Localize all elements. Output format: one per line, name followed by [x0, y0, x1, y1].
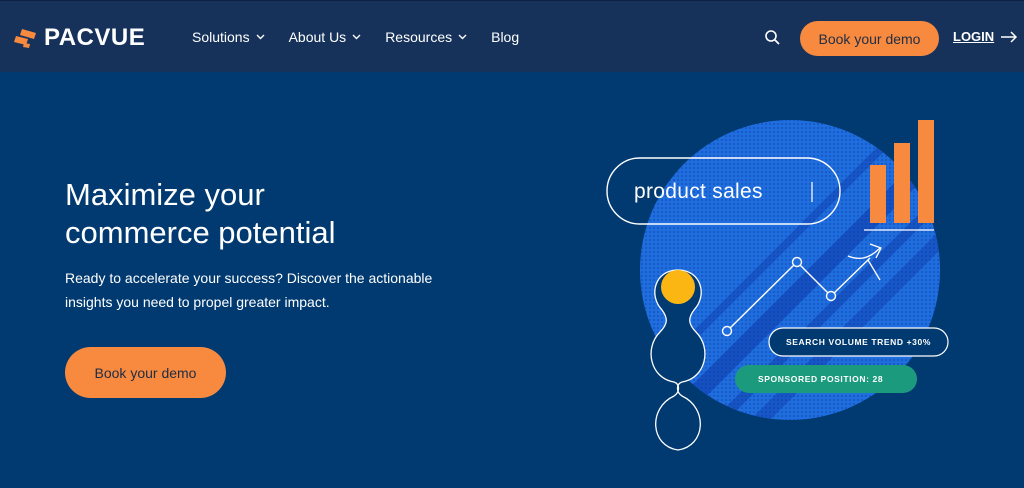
login-link[interactable]: LOGIN — [953, 29, 1018, 44]
pacvue-mark-icon — [14, 29, 36, 48]
nav-item-about-us[interactable]: About Us — [289, 29, 362, 45]
page-frame: PACVUE Solutions About Us Resources Blog — [0, 0, 1024, 488]
book-demo-button-hero[interactable]: Book your demo — [65, 347, 226, 398]
hero-title-line-2: commerce potential — [65, 215, 336, 250]
nav-item-label: Resources — [385, 29, 453, 45]
nav-item-label: About Us — [288, 29, 347, 45]
nav-item-label: Solutions — [192, 29, 250, 45]
yellow-dot — [661, 270, 695, 304]
logo-wordmark: PACVUE — [44, 24, 146, 51]
search-button[interactable] — [764, 29, 782, 47]
main-nav-menu: Solutions About Us Resources Blog — [192, 29, 543, 45]
arrow-right-icon — [1001, 30, 1018, 43]
bar-3 — [918, 120, 934, 223]
login-label: LOGIN — [953, 29, 995, 44]
nav-item-resources[interactable]: Resources — [385, 29, 467, 45]
hero-subtitle-line-1: Ready to accelerate your success? Discov… — [65, 270, 433, 286]
trend-point-2 — [791, 256, 803, 268]
hero-title-line-1: Maximize your — [65, 177, 265, 212]
bar-1 — [870, 165, 886, 223]
position-badge-text: SPONSORED POSITION: 28 — [758, 374, 884, 384]
search-pill-text: product sales — [634, 180, 763, 203]
search-icon — [765, 30, 780, 45]
hero-subtitle: Ready to accelerate your success? Discov… — [65, 266, 465, 314]
top-navbar: PACVUE Solutions About Us Resources Blog — [0, 0, 1024, 72]
pacvue-logo[interactable]: PACVUE — [14, 23, 145, 53]
bar-2 — [894, 143, 910, 223]
hero-title: Maximize your commerce potential — [65, 176, 485, 252]
book-demo-button-nav[interactable]: Book your demo — [800, 21, 939, 56]
hero-subtitle-line-2: insights you need to propel greater impa… — [65, 294, 330, 310]
nav-item-solutions[interactable]: Solutions — [192, 29, 265, 45]
chevron-down-icon — [256, 34, 265, 40]
illustration-graphic — [606, 120, 949, 451]
chevron-down-icon — [352, 34, 361, 40]
chevron-down-icon — [458, 34, 467, 40]
trend-badge-text: SEARCH VOLUME TREND +30% — [786, 337, 931, 347]
trend-point-3 — [825, 290, 837, 302]
hero-illustration: product sales SEARCH VOLUME TREND +30% S… — [600, 110, 1024, 480]
trend-point-1 — [721, 325, 733, 337]
nav-item-label: Blog — [491, 29, 520, 45]
nav-item-blog[interactable]: Blog — [491, 29, 519, 45]
